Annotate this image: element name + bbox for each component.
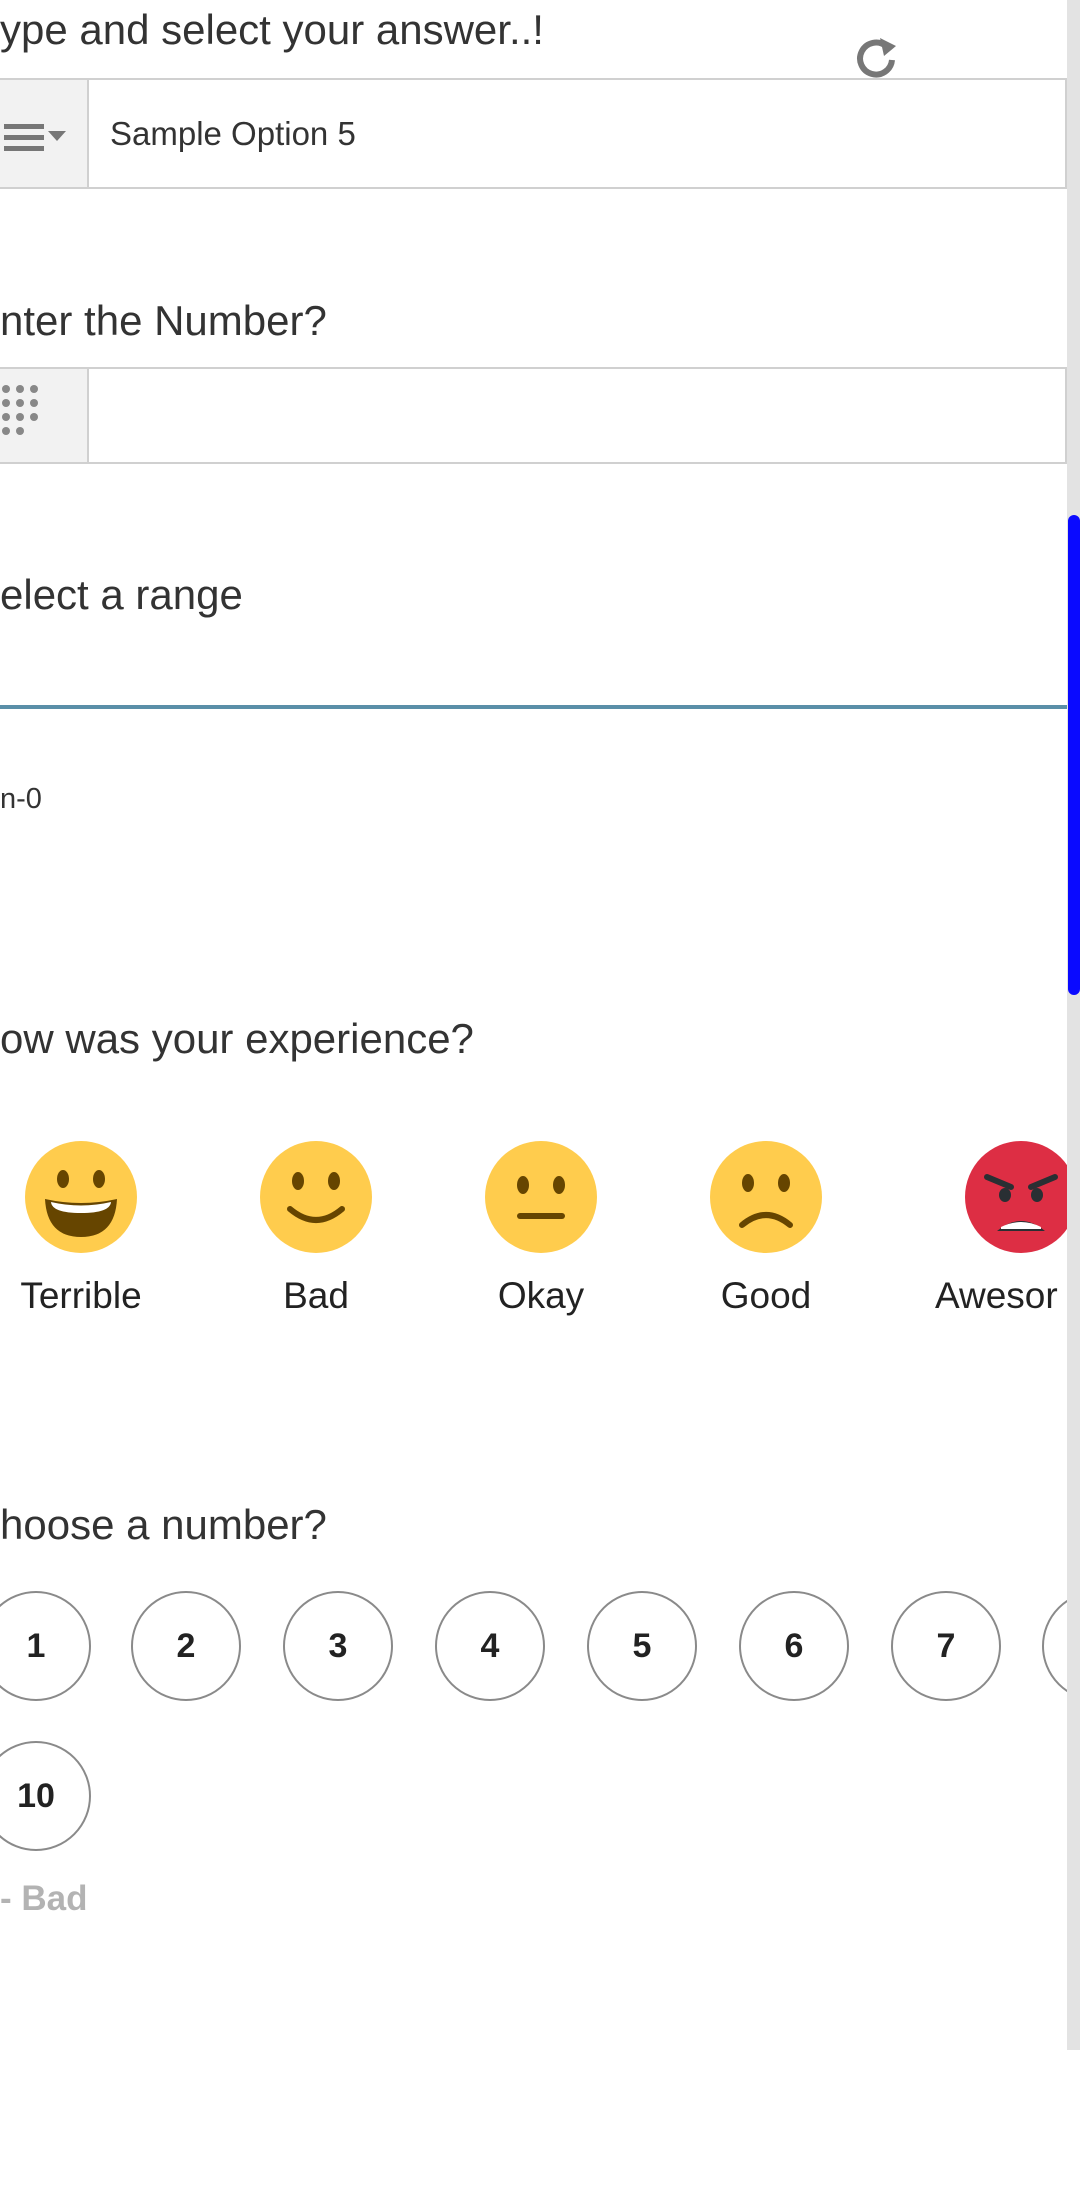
number-option-2[interactable]: 2 <box>131 1591 241 1701</box>
rating-label-awesome: Awesor <box>935 1275 1058 1316</box>
rating-option-okay[interactable]: Okay <box>441 1141 641 1317</box>
rating-option-good[interactable]: Good <box>666 1141 866 1317</box>
number-option-5[interactable]: 5 <box>587 1591 697 1701</box>
list-dropdown-icon[interactable] <box>0 80 89 187</box>
rating-label-bad: Bad <box>283 1275 349 1316</box>
neutral-face-icon <box>485 1141 597 1253</box>
question-label-type-select: ype and select your answer..! <box>0 6 544 53</box>
number-option-10[interactable]: 10 <box>0 1741 91 1851</box>
select-input-row[interactable]: Sample Option 5 <box>0 78 1067 189</box>
number-input-row[interactable] <box>0 367 1067 464</box>
question-label-choose-number: hoose a number? <box>0 1501 327 1548</box>
question-label-range: elect a range <box>0 571 243 618</box>
rating-label-terrible: Terrible <box>20 1275 142 1316</box>
number-input[interactable] <box>110 369 1065 462</box>
rating-label-okay: Okay <box>497 1275 585 1316</box>
frowning-face-icon <box>710 1141 822 1253</box>
grinning-face-icon <box>25 1141 137 1253</box>
question-label-number: nter the Number? <box>0 297 327 344</box>
number-option-6[interactable]: 6 <box>739 1591 849 1701</box>
keypad-icon <box>0 369 89 462</box>
select-value[interactable]: Sample Option 5 <box>110 80 1065 187</box>
scrollbar-thumb[interactable] <box>1068 515 1080 995</box>
number-option-1[interactable]: 1 <box>0 1591 91 1701</box>
rating-option-terrible[interactable]: Terrible <box>0 1141 181 1317</box>
rating-label-good: Good <box>720 1275 812 1316</box>
number-option-8-partial[interactable] <box>1042 1591 1067 1701</box>
number-option-3[interactable]: 3 <box>283 1591 393 1701</box>
slightly-smiling-face-icon <box>260 1141 372 1253</box>
rating-option-bad[interactable]: Bad <box>216 1141 416 1317</box>
angry-face-icon <box>965 1141 1077 1253</box>
range-min-label: n-0 <box>0 783 42 815</box>
rating-option-awesome[interactable]: Awesor <box>917 1141 1077 1317</box>
number-option-7[interactable]: 7 <box>891 1591 1001 1701</box>
range-slider-track[interactable] <box>0 705 1067 709</box>
refresh-icon[interactable] <box>852 36 902 80</box>
scrollbar-track[interactable] <box>1067 0 1080 2050</box>
number-option-4[interactable]: 4 <box>435 1591 545 1701</box>
number-scale-hint: - Bad <box>0 1879 88 1918</box>
question-label-experience: ow was your experience? <box>0 1015 474 1062</box>
